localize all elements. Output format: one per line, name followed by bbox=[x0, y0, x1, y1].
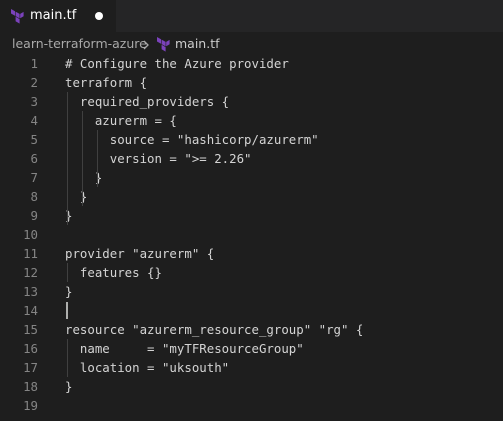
breadcrumb-file[interactable]: main.tf bbox=[175, 36, 220, 51]
breadcrumb: learn-terraform-azure main.tf bbox=[0, 32, 503, 54]
code-line[interactable]: features {} bbox=[65, 263, 162, 282]
line-number: 3 bbox=[30, 94, 38, 109]
terraform-icon bbox=[156, 37, 170, 55]
code-line[interactable]: version = ">= 2.26" bbox=[65, 149, 252, 168]
terraform-icon bbox=[10, 9, 24, 28]
line-number: 10 bbox=[23, 227, 38, 242]
line-number: 6 bbox=[30, 151, 38, 166]
line-number: 5 bbox=[30, 132, 38, 147]
text-cursor bbox=[66, 302, 68, 319]
code-line[interactable]: # Configure the Azure provider bbox=[65, 54, 289, 73]
line-number: 15 bbox=[23, 322, 38, 337]
line-number: 9 bbox=[30, 208, 38, 223]
indent-guide bbox=[97, 130, 98, 187]
code-line[interactable]: } bbox=[65, 377, 72, 396]
code-editor[interactable]: 1 2 3 4 5 6 7 8 9 10 11 12 13 14 15 16 17 18 19 # Configur… bbox=[0, 54, 503, 421]
line-number: 7 bbox=[30, 170, 38, 185]
code-line[interactable]: source = "hashicorp/azurerm" bbox=[65, 130, 319, 149]
line-number: 12 bbox=[23, 265, 38, 280]
code-line[interactable]: } bbox=[65, 187, 87, 206]
line-number: 4 bbox=[30, 113, 38, 128]
code-line[interactable]: provider "azurerm" { bbox=[65, 244, 214, 263]
code-line[interactable]: name = "myTFResourceGroup" bbox=[65, 339, 304, 358]
tab-bar: main.tf bbox=[0, 0, 503, 32]
breadcrumb-folder[interactable]: learn-terraform-azure bbox=[12, 36, 147, 51]
indent-guide bbox=[82, 111, 83, 206]
line-number: 19 bbox=[23, 398, 38, 413]
code-line[interactable]: terraform { bbox=[65, 73, 147, 92]
code-line[interactable]: location = "uksouth" bbox=[65, 358, 229, 377]
code-line[interactable]: required_providers { bbox=[65, 92, 229, 111]
indent-guide bbox=[67, 339, 68, 377]
code-line[interactable]: } bbox=[65, 282, 72, 301]
tab-label: main.tf bbox=[30, 8, 77, 23]
line-number: 14 bbox=[23, 303, 38, 318]
line-number: 13 bbox=[23, 284, 38, 299]
line-number: 17 bbox=[23, 360, 38, 375]
line-number: 2 bbox=[30, 75, 38, 90]
line-number: 8 bbox=[30, 189, 38, 204]
line-number: 11 bbox=[23, 246, 38, 261]
line-number: 18 bbox=[23, 379, 38, 394]
line-number: 1 bbox=[30, 56, 38, 71]
chevron-right-icon bbox=[142, 38, 150, 53]
tab-main-tf[interactable]: main.tf bbox=[0, 0, 116, 32]
unsaved-dot-icon[interactable] bbox=[95, 12, 103, 20]
code-line[interactable]: resource "azurerm_resource_group" "rg" { bbox=[65, 320, 363, 339]
line-number: 16 bbox=[23, 341, 38, 356]
indent-guide bbox=[67, 92, 68, 225]
indent-guide bbox=[67, 263, 68, 282]
